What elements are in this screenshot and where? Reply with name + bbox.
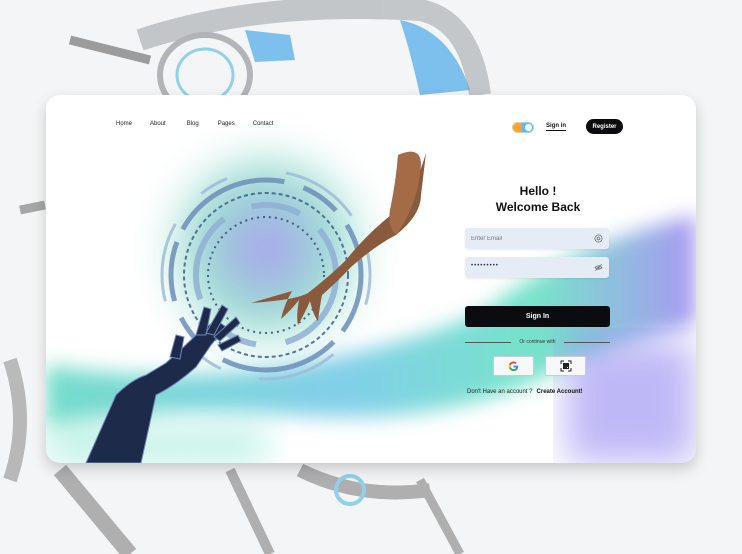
email-field[interactable]	[465, 228, 609, 249]
nav-blog[interactable]: Blog	[187, 121, 199, 127]
email-input[interactable]	[471, 228, 591, 249]
signin-link[interactable]: Sign in	[546, 123, 566, 131]
create-account-row: Don't Have an account ? Create Account!	[467, 389, 583, 395]
create-account-link[interactable]: Create Account!	[537, 389, 583, 395]
account-prompt: Don't Have an account ?	[467, 389, 533, 395]
nav-pages[interactable]: Pages	[218, 121, 235, 127]
welcome-text: Welcome Back	[495, 200, 581, 214]
sign-in-button[interactable]: Sign In	[465, 306, 610, 327]
hero-illustration	[46, 145, 696, 463]
register-button[interactable]: Register	[586, 119, 623, 134]
login-card: Home About Blog Pages Contact Sign in Re…	[46, 95, 696, 463]
or-divider: Or continue with	[465, 339, 610, 345]
qr-scan-icon	[560, 360, 571, 372]
main-nav: Home About Blog Pages Contact	[116, 121, 273, 127]
divider-line-right	[564, 342, 610, 343]
theme-toggle[interactable]	[512, 122, 534, 133]
password-input[interactable]: •••••••••	[471, 263, 499, 269]
google-login-button[interactable]	[493, 356, 534, 376]
qr-login-button[interactable]	[545, 356, 586, 376]
greeting-text: Hello !	[519, 184, 557, 198]
nav-home[interactable]: Home	[116, 121, 132, 127]
eye-slash-icon[interactable]	[594, 263, 603, 272]
welcome-heading: Hello ! Welcome Back	[466, 183, 610, 215]
at-icon	[594, 234, 603, 243]
toggle-knob	[525, 124, 532, 131]
nav-about[interactable]: About	[150, 121, 166, 127]
google-icon	[508, 360, 519, 371]
password-field[interactable]: •••••••••	[465, 257, 609, 278]
nav-contact[interactable]: Contact	[253, 121, 274, 127]
